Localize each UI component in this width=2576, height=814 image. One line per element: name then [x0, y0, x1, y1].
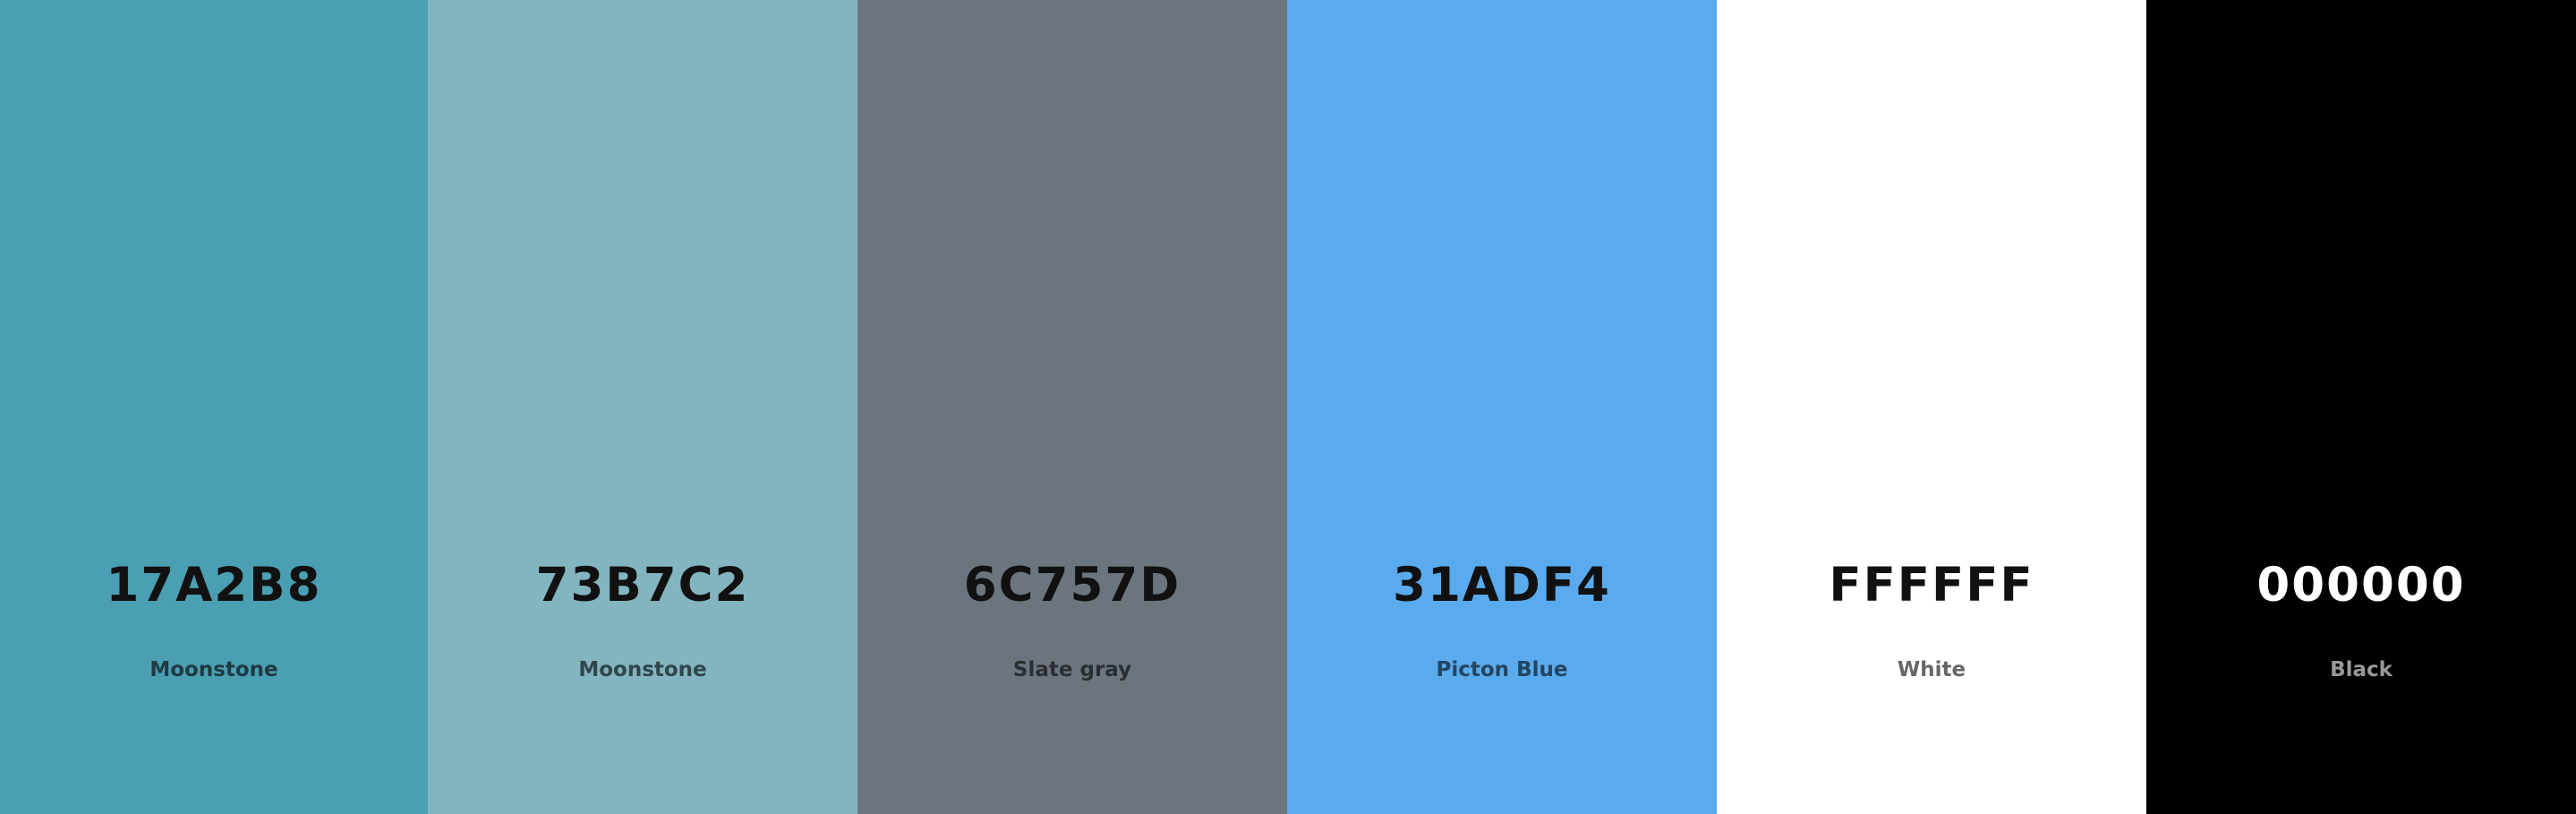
hex-code: 31ADF4 — [1393, 558, 1611, 613]
hex-code: 000000 — [2256, 558, 2466, 613]
color-name: Slate gray — [1012, 658, 1132, 681]
color-swatch[interactable]: 17A2B8 Moonstone — [0, 0, 428, 814]
swatch-label: 6C757D Slate gray — [857, 0, 1287, 814]
swatch-label: FFFFFF White — [1717, 0, 2146, 814]
color-swatch[interactable]: 000000 Black — [2146, 0, 2576, 814]
color-name: Moonstone — [578, 658, 707, 681]
color-name: White — [1897, 658, 1966, 681]
hex-code: 6C757D — [963, 558, 1181, 613]
swatch-label: 73B7C2 Moonstone — [428, 0, 857, 814]
color-name: Black — [2330, 658, 2393, 681]
swatch-label: 000000 Black — [2146, 0, 2576, 814]
color-swatch[interactable]: 73B7C2 Moonstone — [428, 0, 857, 814]
color-swatch[interactable]: 31ADF4 Picton Blue — [1287, 0, 1717, 814]
color-name: Moonstone — [149, 658, 278, 681]
swatch-label: 31ADF4 Picton Blue — [1287, 0, 1717, 814]
swatch-label: 17A2B8 Moonstone — [0, 0, 428, 814]
color-swatch[interactable]: FFFFFF White — [1717, 0, 2146, 814]
color-name: Picton Blue — [1436, 658, 1568, 681]
hex-code: 17A2B8 — [106, 558, 322, 613]
hex-code: FFFFFF — [1829, 558, 2034, 613]
color-swatch[interactable]: 6C757D Slate gray — [857, 0, 1287, 814]
hex-code: 73B7C2 — [535, 558, 750, 613]
color-palette: 17A2B8 Moonstone 73B7C2 Moonstone 6C757D… — [0, 0, 2576, 814]
